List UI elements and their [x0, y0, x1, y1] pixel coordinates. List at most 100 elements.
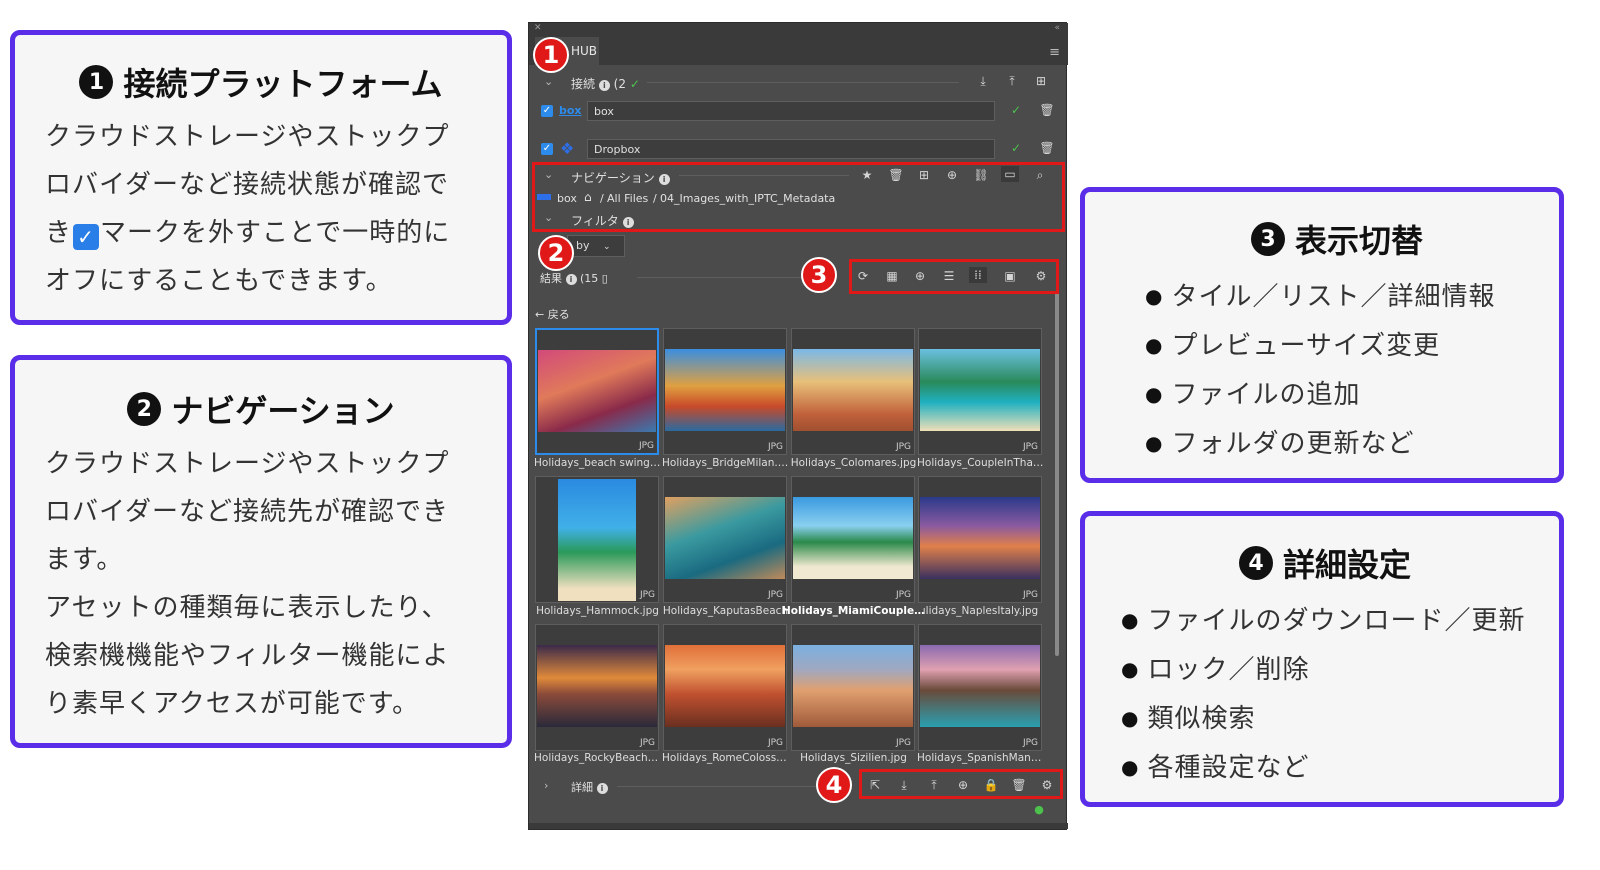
thumbnail-image — [537, 645, 657, 727]
stage: 1 接続プラットフォーム クラウドストレージやストックプ ロバイダーなど接続状態が… — [0, 0, 1600, 870]
file-thumbnail[interactable]: JPG — [918, 328, 1042, 455]
badge-4: 4 — [816, 767, 852, 803]
file-thumbnail[interactable]: JPG — [918, 476, 1042, 603]
callout-title-text: 接続プラットフォーム — [123, 65, 443, 103]
results-header: 結果 i (15 ▯ — [540, 270, 608, 286]
account-name-field[interactable]: box — [587, 101, 995, 121]
results-count: (15 — [580, 272, 599, 285]
list-item: ファイルの追加 — [1145, 370, 1529, 419]
user-icon[interactable]: ● — [1030, 803, 1048, 816]
trash-icon[interactable]: 🗑 — [1038, 141, 1056, 155]
file-thumbnail[interactable]: JPG — [791, 328, 915, 455]
back-link[interactable]: ← 戻る — [535, 306, 570, 322]
file-thumbnail[interactable]: JPG — [535, 624, 659, 751]
upload-icon[interactable]: ⤒ — [1003, 74, 1021, 89]
callout-title-text: ナビゲーション — [171, 392, 395, 430]
badge-1: 1 — [533, 37, 569, 73]
thumbnail-image — [665, 645, 785, 727]
account-name-field[interactable]: Dropbox — [587, 139, 995, 159]
info-icon[interactable]: i — [598, 80, 610, 91]
panel-menu-icon[interactable]: ≡ — [1049, 45, 1060, 60]
connections-count: (2 — [613, 77, 626, 91]
file-icon: ▯ — [601, 272, 608, 285]
sort-label: by — [576, 239, 590, 252]
file-name[interactable]: Holidays_Hammock.jpg — [534, 605, 661, 617]
file-thumbnail[interactable]: JPG — [791, 476, 915, 603]
badge-2: 2 — [538, 235, 574, 271]
collapse-icon[interactable]: « — [1054, 23, 1060, 33]
info-icon[interactable]: i — [596, 783, 608, 794]
checkbox-icon: ✓ — [73, 224, 100, 250]
thumbnail-image — [793, 349, 913, 431]
file-type: JPG — [895, 442, 911, 452]
file-name[interactable]: Holidays_RomeColosse... — [662, 752, 789, 764]
file-name[interactable]: Holidays_MiamiCouple.jpg — [782, 605, 925, 617]
callout-line: ます。 — [45, 545, 124, 575]
panel-bottom-bar — [529, 823, 1068, 829]
number-badge: 1 — [79, 65, 114, 99]
callout-navigation: 2 ナビゲーション クラウドストレージやストックプ ロバイダーなど接続先が確認でき… — [10, 355, 512, 748]
file-type: JPG — [1022, 442, 1038, 452]
callout-display-toggle: 3 表示切替 タイル／リスト／詳細情報 プレビューサイズ変更 ファイルの追加 フォ… — [1080, 187, 1564, 483]
callout-line: り素早くアクセスが可能です。 — [45, 689, 420, 719]
list-item: 類似検索 — [1121, 694, 1529, 743]
file-name[interactable]: Holidays_RockyBeach.jpg — [534, 752, 661, 764]
file-name[interactable]: Holidays_Sizilien.jpg — [790, 752, 917, 764]
file-thumbnail[interactable]: JPG — [535, 476, 659, 603]
thumbnail-image — [558, 479, 636, 601]
callout-list: タイル／リスト／詳細情報 プレビューサイズ変更 ファイルの追加 フォルダの更新な… — [1145, 272, 1529, 468]
thumbnail-image — [665, 349, 785, 431]
file-thumbnail[interactable]: JPG — [791, 624, 915, 751]
highlight-details — [859, 769, 1063, 799]
file-name[interactable]: Holidays_Colomares.jpg — [790, 457, 917, 469]
file-name[interactable]: Holidays_BridgeMilan.jpg — [662, 457, 789, 469]
connection-checkbox[interactable]: ✓ — [541, 143, 553, 155]
highlight-view-toggle — [849, 259, 1059, 294]
file-thumbnail[interactable]: JPG — [918, 624, 1042, 751]
list-item: ロック／削除 — [1121, 645, 1529, 694]
callout-title: 3 表示切替 — [1145, 216, 1529, 262]
file-type: JPG — [767, 738, 783, 748]
thumbnail-image — [538, 350, 656, 432]
file-type: JPG — [639, 590, 655, 600]
file-name[interactable]: Holidays_KaputasBeach — [662, 605, 789, 617]
close-icon[interactable]: ✕ — [534, 23, 542, 33]
file-name[interactable]: ılidays_NaplesItaly.jpg — [917, 605, 1044, 617]
divider — [637, 277, 817, 278]
callout-title: 4 詳細設定 — [1121, 540, 1529, 586]
list-item: 各種設定など — [1121, 743, 1529, 792]
connections-label: 接続 — [571, 77, 596, 91]
connection-checkbox[interactable]: ✓ — [541, 105, 553, 117]
file-type: JPG — [895, 738, 911, 748]
details-header: 詳細 i — [571, 779, 608, 795]
file-thumbnail[interactable]: JPG — [663, 624, 787, 751]
callout-line: 検索機機能やフィルター機能によ — [45, 641, 450, 671]
connections-header: 接続 i (2 ✓ — [571, 75, 640, 92]
callout-line: ロバイダーなど接続状態が確認で — [45, 170, 449, 200]
file-type: JPG — [1022, 738, 1038, 748]
thumbnail-image — [793, 497, 913, 579]
file-name[interactable]: Holidays_beach swing.j... — [534, 457, 661, 469]
file-type: JPG — [638, 441, 654, 451]
scrollbar[interactable] — [1055, 292, 1059, 656]
trash-icon[interactable]: 🗑 — [1038, 103, 1056, 117]
callout-line: クラウドストレージやストックプ — [45, 122, 450, 152]
file-thumbnail[interactable]: JPG — [663, 476, 787, 603]
callout-list: ファイルのダウンロード／更新 ロック／削除 類似検索 各種設定など — [1121, 596, 1529, 792]
back-label: 戻る — [547, 308, 570, 321]
file-thumbnail[interactable]: JPG — [663, 328, 787, 455]
sort-dropdown[interactable]: by ⌄ — [567, 235, 625, 257]
add-connection-icon[interactable]: ⊞ — [1032, 74, 1050, 88]
info-icon[interactable]: i — [565, 274, 577, 285]
download-icon[interactable]: ⤓ — [974, 74, 992, 89]
file-thumbnail[interactable]: JPG — [535, 328, 659, 455]
dropbox-logo-icon: ❖ — [560, 139, 575, 158]
file-name[interactable]: Holidays_SpanishMansi... — [917, 752, 1044, 764]
thumbnail-image — [920, 497, 1040, 579]
chevron-down-icon[interactable]: ⌄ — [544, 75, 553, 88]
number-badge: 4 — [1238, 546, 1273, 580]
thumbnail-image — [793, 645, 913, 727]
file-name[interactable]: Holidays_CoupleInThail... — [917, 457, 1044, 469]
chevron-right-icon[interactable]: › — [544, 779, 548, 792]
callout-line: ロバイダーなど接続先が確認でき — [45, 497, 449, 527]
